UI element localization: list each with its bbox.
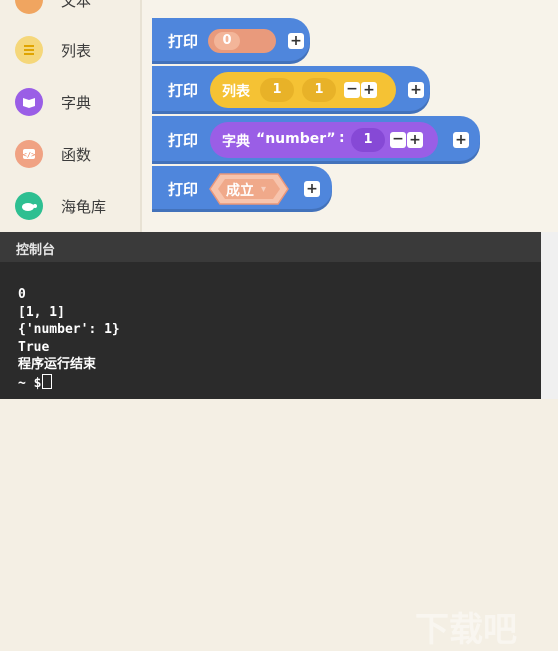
print-block-boolean[interactable]: 打印 成立 ▾ + (152, 166, 332, 212)
sidebar-item-turtle[interactable]: 海龟库 (0, 184, 140, 228)
console-line: [1, 1] (18, 304, 65, 320)
list-icon (15, 36, 43, 64)
boolean-value[interactable]: 成立 (226, 180, 254, 200)
number-value-block[interactable]: 0 (208, 29, 276, 53)
text-icon (15, 0, 43, 14)
dictionary-icon (15, 88, 43, 116)
add-argument-button[interactable]: + (453, 132, 469, 148)
watermark-logo: 下载吧 (415, 610, 517, 650)
function-icon: </> (15, 140, 43, 168)
console-output[interactable]: 0 [1, 1] {'number': 1} True 程序运行结束 ~ $ 下… (0, 262, 541, 650)
add-entry-button[interactable]: + (407, 132, 423, 148)
add-argument-button[interactable]: + (304, 181, 320, 197)
number-value[interactable]: 0 (214, 32, 240, 50)
dictionary-value[interactable]: 1 (351, 128, 385, 152)
console-text: 0 [1, 1] {'number': 1} True 程序运行结束 ~ $ (18, 286, 120, 392)
list-item-value[interactable]: 1 (260, 78, 294, 102)
sidebar-item-function[interactable]: </> 函数 (0, 132, 140, 176)
console-title: 控制台 (16, 243, 56, 258)
print-keyword: 打印 (168, 32, 199, 51)
remove-item-button[interactable]: − (344, 82, 360, 98)
add-item-button[interactable]: + (361, 82, 377, 98)
remove-entry-button[interactable]: − (390, 132, 406, 148)
console-line: {'number': 1} (18, 322, 120, 337)
print-keyword: 打印 (168, 81, 199, 100)
sidebar-item-label: 文本 (61, 0, 92, 10)
dictionary-block[interactable]: 字典 “number” : 1 − + (210, 122, 438, 158)
sidebar-item-label: 函数 (61, 145, 92, 164)
sidebar-item-label: 字典 (61, 93, 92, 112)
sidebar-item-list[interactable]: 列表 (0, 28, 140, 72)
chevron-down-icon[interactable]: ▾ (261, 184, 266, 195)
sidebar-item-text[interactable]: 文本 (0, 0, 140, 22)
code-workspace: 打印 0 + 打印 列表 1 1 − + + 打印 字典 “number” : … (142, 0, 558, 232)
page-scrollbar[interactable] (541, 232, 558, 399)
print-block-dictionary[interactable]: 打印 字典 “number” : 1 − + + (152, 116, 480, 164)
print-keyword: 打印 (168, 131, 199, 150)
sidebar-item-label: 海龟库 (61, 197, 107, 216)
list-item-value[interactable]: 1 (302, 78, 336, 102)
key-value-separator: : (339, 130, 345, 146)
add-argument-button[interactable]: + (408, 82, 424, 98)
svg-text:</>: </> (23, 151, 36, 159)
console-line: 程序运行结束 (18, 357, 97, 372)
dictionary-label: 字典 (222, 134, 250, 150)
add-argument-button[interactable]: + (288, 33, 304, 49)
console-line: 0 (18, 287, 26, 302)
console-prompt: ~ $ (18, 375, 42, 391)
terminal-cursor (42, 373, 53, 389)
print-block-list[interactable]: 打印 列表 1 1 − + + (152, 66, 430, 114)
console-header: 控制台 (0, 232, 541, 262)
sidebar-item-dictionary[interactable]: 字典 (0, 80, 140, 124)
dictionary-key[interactable]: “number” (256, 131, 336, 147)
list-block[interactable]: 列表 1 1 − + (210, 72, 396, 108)
list-label: 列表 (222, 84, 250, 100)
sidebar-item-label: 列表 (61, 41, 92, 60)
print-keyword: 打印 (168, 180, 199, 199)
turtle-icon (15, 192, 43, 220)
console-line: True (18, 339, 50, 355)
block-category-sidebar: 文本 列表 字典 </> 函数 海龟库 (0, 0, 140, 232)
print-block-number[interactable]: 打印 0 + (152, 18, 310, 64)
